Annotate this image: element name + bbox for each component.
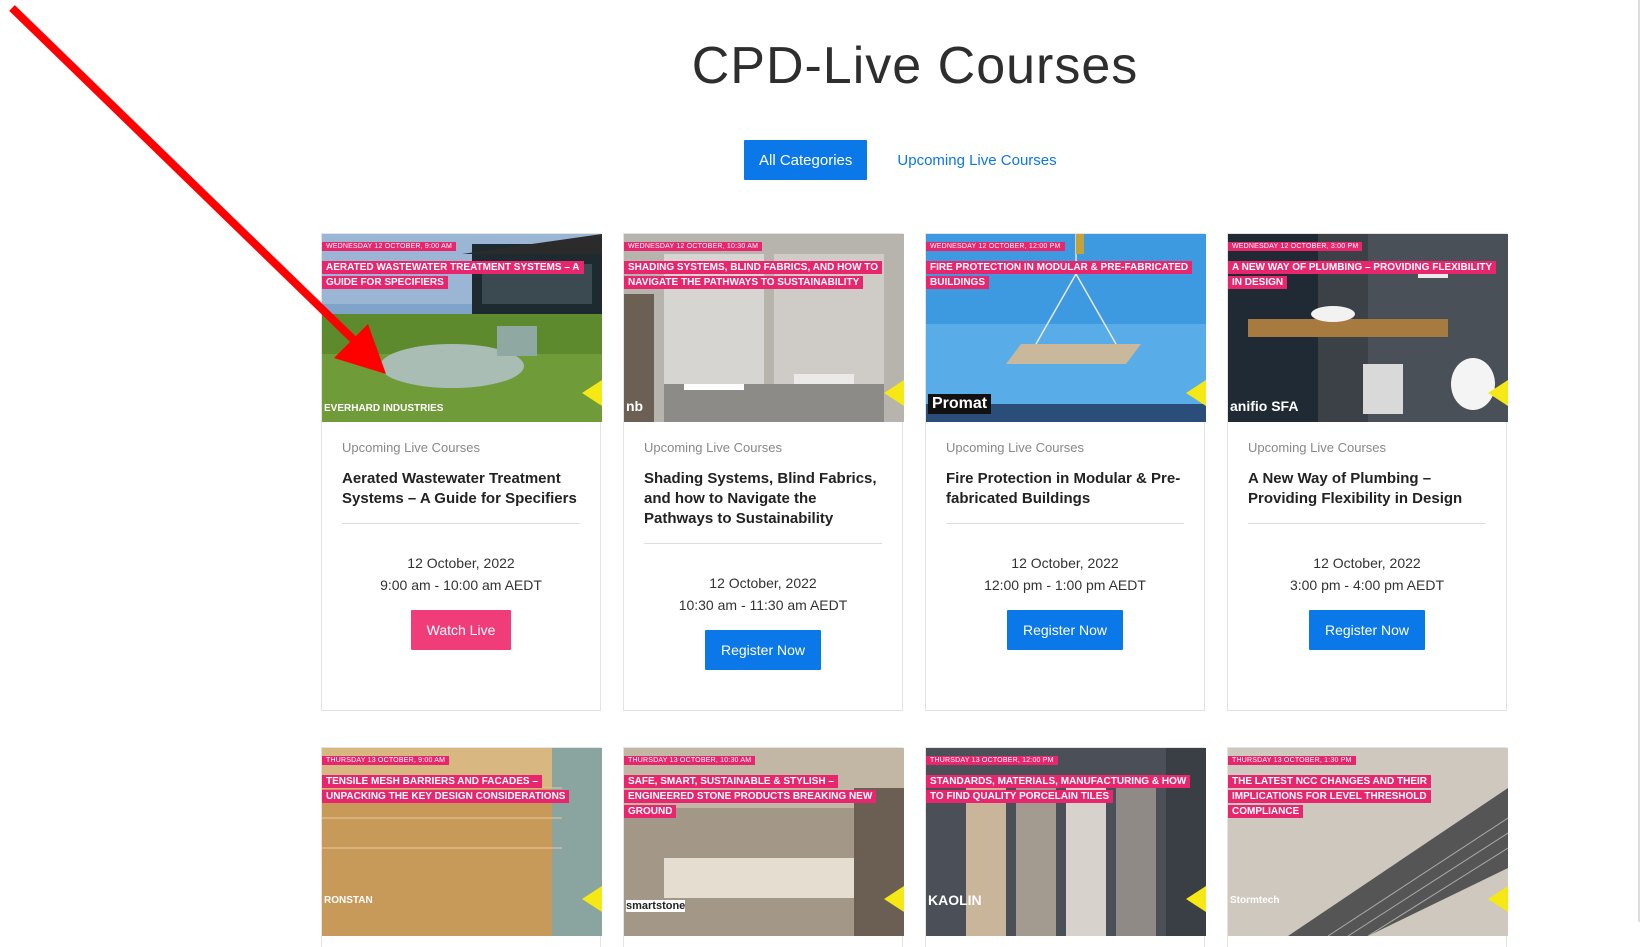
course-tag-title: A NEW WAY OF PLUMBING – PROVIDING FLEXIB…	[1228, 260, 1498, 290]
course-tag-title: THE LATEST NCC CHANGES AND THEIR IMPLICA…	[1228, 774, 1498, 819]
course-date-tag: THURSDAY 13 OCTOBER, 9:00 AM	[322, 756, 450, 765]
course-card[interactable]: THURSDAY 13 OCTOBER, 9:00 AM TENSILE MES…	[321, 747, 602, 947]
course-title[interactable]: A New Way of Plumbing – Providing Flexib…	[1248, 469, 1486, 524]
course-card[interactable]: THURSDAY 13 OCTOBER, 1:30 PM THE LATEST …	[1227, 747, 1508, 947]
corner-marker	[1488, 380, 1508, 406]
course-card[interactable]: WEDNESDAY 12 OCTOBER, 3:00 PM A NEW WAY …	[1227, 233, 1508, 711]
presenter-logo: Stormtech	[1230, 895, 1280, 906]
course-date-text: 12 October, 2022	[709, 575, 817, 591]
course-date: 12 October, 2022 12:00 pm - 1:00 pm AEDT	[946, 552, 1184, 596]
course-category[interactable]: Upcoming Live Courses	[1248, 440, 1486, 455]
watch-live-button[interactable]: Watch Live	[410, 610, 512, 650]
course-card[interactable]: WEDNESDAY 12 OCTOBER, 12:00 PM FIRE PROT…	[925, 233, 1206, 711]
presenter-logo: RONSTAN	[324, 895, 373, 906]
course-date-text: 12 October, 2022	[407, 555, 515, 571]
course-thumbnail[interactable]: WEDNESDAY 12 OCTOBER, 10:30 AM SHADING S…	[624, 234, 904, 422]
course-thumbnail[interactable]: WEDNESDAY 12 OCTOBER, 3:00 PM A NEW WAY …	[1228, 234, 1508, 422]
course-date-text: 12 October, 2022	[1313, 555, 1421, 571]
course-card[interactable]: WEDNESDAY 12 OCTOBER, 9:00 AM AERATED WA…	[321, 233, 602, 711]
course-date-tag: WEDNESDAY 12 OCTOBER, 10:30 AM	[624, 242, 763, 251]
course-title[interactable]: Fire Protection in Modular & Pre-fabrica…	[946, 469, 1184, 524]
course-time-text: 12:00 pm - 1:00 pm AEDT	[984, 577, 1146, 593]
page-title: CPD-Live Courses	[691, 37, 1139, 95]
course-card[interactable]: WEDNESDAY 12 OCTOBER, 10:30 AM SHADING S…	[623, 233, 904, 711]
register-now-button[interactable]: Register Now	[1006, 610, 1124, 650]
course-time-text: 9:00 am - 10:00 am AEDT	[380, 577, 542, 593]
course-tag-title: SAFE, SMART, SUSTAINABLE & STYLISH – ENG…	[624, 774, 894, 819]
corner-marker	[582, 886, 602, 912]
course-thumbnail[interactable]: THURSDAY 13 OCTOBER, 10:30 AM SAFE, SMAR…	[624, 748, 904, 936]
course-card[interactable]: THURSDAY 13 OCTOBER, 12:00 PM STANDARDS,…	[925, 747, 1206, 947]
course-card[interactable]: THURSDAY 13 OCTOBER, 10:30 AM SAFE, SMAR…	[623, 747, 904, 947]
course-date-tag: THURSDAY 13 OCTOBER, 10:30 AM	[624, 756, 756, 765]
course-category[interactable]: Upcoming Live Courses	[644, 440, 882, 455]
corner-marker	[884, 380, 904, 406]
corner-marker	[884, 886, 904, 912]
course-thumbnail[interactable]: THURSDAY 13 OCTOBER, 1:30 PM THE LATEST …	[1228, 748, 1508, 936]
presenter-logo: Promat	[928, 394, 992, 414]
course-tag-title: FIRE PROTECTION IN MODULAR & PRE-FABRICA…	[926, 260, 1196, 290]
presenter-logo: KAOLIN	[928, 892, 982, 908]
presenter-logo: smartstone	[626, 900, 686, 912]
course-category[interactable]: Upcoming Live Courses	[946, 440, 1184, 455]
course-title[interactable]: Shading Systems, Blind Fabrics, and how …	[644, 469, 882, 544]
course-date-text: 12 October, 2022	[1011, 555, 1119, 571]
course-tag-title: SHADING SYSTEMS, BLIND FABRICS, AND HOW …	[624, 260, 894, 290]
course-thumbnail[interactable]: THURSDAY 13 OCTOBER, 12:00 PM STANDARDS,…	[926, 748, 1206, 936]
course-date: 12 October, 2022 3:00 pm - 4:00 pm AEDT	[1248, 552, 1486, 596]
corner-marker	[1186, 380, 1206, 406]
course-tag-title: STANDARDS, MATERIALS, MANUFACTURING & HO…	[926, 774, 1196, 804]
course-date-tag: THURSDAY 13 OCTOBER, 1:30 PM	[1228, 756, 1356, 765]
course-title[interactable]: Aerated Wastewater Treatment Systems – A…	[342, 469, 580, 524]
course-date: 12 October, 2022 9:00 am - 10:00 am AEDT	[342, 552, 580, 596]
course-date-tag: THURSDAY 13 OCTOBER, 12:00 PM	[926, 756, 1058, 765]
course-date: 12 October, 2022 10:30 am - 11:30 am AED…	[644, 572, 882, 616]
course-time-text: 10:30 am - 11:30 am AEDT	[678, 597, 848, 613]
filter-upcoming-live-courses[interactable]: Upcoming Live Courses	[897, 140, 1056, 180]
course-date-tag: WEDNESDAY 12 OCTOBER, 9:00 AM	[322, 242, 457, 251]
register-now-button[interactable]: Register Now	[704, 630, 822, 670]
course-date-tag: WEDNESDAY 12 OCTOBER, 3:00 PM	[1228, 242, 1363, 251]
course-thumbnail[interactable]: THURSDAY 13 OCTOBER, 9:00 AM TENSILE MES…	[322, 748, 602, 936]
corner-marker	[1186, 886, 1206, 912]
corner-marker	[582, 380, 602, 406]
course-thumbnail[interactable]: WEDNESDAY 12 OCTOBER, 12:00 PM FIRE PROT…	[926, 234, 1206, 422]
course-time-text: 3:00 pm - 4:00 pm AEDT	[1289, 577, 1445, 593]
presenter-logo: nb	[626, 398, 644, 414]
course-thumbnail[interactable]: WEDNESDAY 12 OCTOBER, 9:00 AM AERATED WA…	[322, 234, 602, 422]
presenter-logo: anifio SFA	[1230, 398, 1299, 414]
course-tag-title: TENSILE MESH BARRIERS AND FACADES – UNPA…	[322, 774, 592, 804]
course-tag-title: AERATED WASTEWATER TREATMENT SYSTEMS – A…	[322, 260, 592, 290]
category-filters: All Categories Upcoming Live Courses	[744, 140, 1057, 180]
course-category[interactable]: Upcoming Live Courses	[342, 440, 580, 455]
course-date-tag: WEDNESDAY 12 OCTOBER, 12:00 PM	[926, 242, 1065, 251]
corner-marker	[1488, 886, 1508, 912]
register-now-button[interactable]: Register Now	[1308, 610, 1426, 650]
presenter-logo: EVERHARD INDUSTRIES	[324, 403, 444, 414]
filter-all-categories[interactable]: All Categories	[744, 140, 868, 180]
